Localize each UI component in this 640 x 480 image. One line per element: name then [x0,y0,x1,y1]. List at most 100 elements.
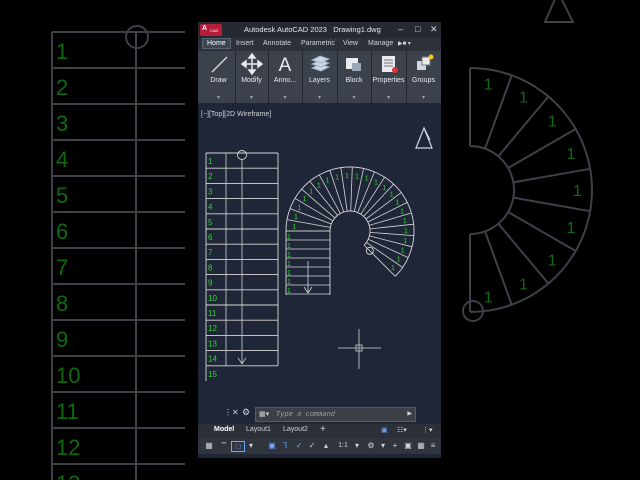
bg-spiral-number: 1 [573,183,582,200]
snap-tracking-icon[interactable]: ⅂ [280,441,290,451]
workspace-dropdown-icon[interactable]: ▾ [379,441,387,451]
bg-spiral-number: 1 [519,90,528,107]
tab-view[interactable]: View [343,40,358,47]
annotation-monitor-icon[interactable]: + [390,441,400,451]
spiral-tread-number: 1 [298,205,302,212]
stair-step-number: 9 [208,279,213,288]
panel-properties-label: Properties [372,77,405,84]
annotation-scale-icon[interactable]: ▴ [320,441,332,451]
annotation-scale-value[interactable]: 1:1 [336,441,350,451]
panel-draw[interactable]: Draw ▾ [202,51,236,103]
chevron-down-icon[interactable]: ▾ [235,94,268,101]
spiral-tread-number: 1 [355,173,359,180]
chevron-down-icon[interactable]: ▾ [371,94,406,101]
panel-properties[interactable]: Properties ▾ [371,51,407,103]
bg-stair-number: 4 [56,147,68,172]
file-name: Drawing1.dwg [333,25,381,34]
panel-groups[interactable]: Groups ▾ [406,51,441,103]
straight-stair: 123456789101112131415 [205,150,279,381]
command-history-icon[interactable]: ▶ [407,410,412,417]
tab-home[interactable]: Home [202,38,231,49]
bg-stair-number: 5 [56,183,68,208]
bg-stair-number: 7 [56,255,68,280]
chevron-down-icon[interactable]: ▾ [337,94,371,101]
clean-screen-icon[interactable]: ▦ [416,441,426,451]
spiral-tread-number: 1 [309,189,313,196]
tab-layout2[interactable]: Layout2 [283,426,308,433]
tab-parametric[interactable]: Parametric [301,40,335,47]
stair-step-number: 13 [208,339,217,348]
stair-step-number: 11 [208,309,217,318]
chevron-down-icon[interactable]: ▾ [406,94,441,101]
ortho-icon[interactable]: □ [231,441,245,452]
bg-stair-number: 13 [56,471,80,480]
command-close-icon[interactable]: ⋮✕ [224,408,239,417]
text-icon: A [268,53,302,75]
spiral-tread-number: 1 [335,175,339,182]
panel-layers[interactable]: Layers ▾ [302,51,338,103]
tab-insert[interactable]: Insert [236,40,254,47]
panel-block[interactable]: Block ▾ [337,51,372,103]
chevron-down-icon[interactable]: ▾ [202,94,235,101]
chevron-down-icon[interactable]: ▾ [268,94,302,101]
drawing-viewport[interactable]: [−][Top][2D Wireframe] 1 2 3 4 5 6 7 8 9 10 11 12 13… [198,103,441,403]
command-prompt-icon: ▦▾ [259,411,270,418]
spiral-tread-number: 1 [294,214,298,221]
spiral-tread-number: 1 [397,257,401,264]
app-logo-letter: A [202,25,208,32]
move-icon [235,53,268,75]
command-input[interactable]: ▦▾ Type a command ▶ [255,407,416,422]
tab-model[interactable]: Model [214,426,234,433]
panel-modify[interactable]: Modify ▾ [235,51,269,103]
tab-layout1[interactable]: Layout1 [246,426,271,433]
minimize-button[interactable]: – [398,24,403,35]
annotation-visibility-icon[interactable]: ✓ [306,441,318,451]
app-logo[interactable]: A CAD [200,24,222,36]
ribbon-tabs: Home Insert Annotate Parametric View Man… [198,38,441,51]
bg-spiral-tread [513,167,591,184]
bg-stair-number: 3 [56,111,68,136]
maximize-button[interactable]: □ [415,24,420,35]
status-bar: ▦ ⁗ □ ▾ ▣ ⅂ ✓ ✓ ▴ 1:1 ▾ ⚙ ▾ + ▣ ▦ ≡ [198,438,441,454]
spiral-tread-number: 1 [396,200,400,207]
add-layout-icon[interactable]: + [320,424,326,435]
menu-icon[interactable]: ≡ [428,441,438,451]
stair-step-number: 8 [208,263,213,272]
grid-icon[interactable]: ☷▾ [397,426,407,434]
app-logo-sub: CAD [210,28,219,33]
close-button[interactable]: ✕ [430,24,438,35]
isodraft-icon[interactable]: ✓ [294,441,304,451]
isolate-objects-icon[interactable]: ▣ [403,441,413,451]
ribbon: Draw ▾ Modify ▾ A Anno... ▾ Layers ▾ Blo… [198,51,441,103]
model-space-icon[interactable]: ▣ [381,426,388,434]
wrench-icon[interactable]: ⚙ [242,407,250,418]
bg-stair-number: 2 [56,75,68,100]
bg-spiral-tread [497,223,550,285]
spiral-tread-number: 1 [374,179,378,186]
tab-manage[interactable]: Manage [368,40,393,47]
bg-stair-number: 10 [56,363,80,388]
window-title: Autodesk AutoCAD 2023 Drawing1.dwg [244,25,381,34]
background-straight-stair: 12345678910111213 [51,25,185,480]
viewcube-icon[interactable] [415,126,433,149]
scale-dropdown-icon[interactable]: ▾ [352,441,362,451]
crosshair-cursor [338,329,381,369]
bg-stair-number: 1 [56,39,68,64]
drawing-canvas[interactable]: 123456789101112131415 11111111111111 1 1 1 1… [198,103,441,403]
stair-step-number: 1 [208,157,213,166]
bg-spiral-number: 1 [484,289,493,306]
bg-spiral-number: 1 [548,252,557,269]
polar-tracking-icon[interactable]: ▾ [246,441,256,451]
workspace-gear-icon[interactable]: ⚙ [366,441,376,451]
more-tabs-icon[interactable]: ▶■ ▾ [398,40,411,47]
grid-display-icon[interactable]: ▦ [204,441,214,451]
panel-annotation[interactable]: A Anno... ▾ [268,51,303,103]
bg-spiral-inner [469,145,516,235]
snap-icon[interactable]: ⁗ [219,441,229,451]
customize-icon[interactable]: ⋮▾ [422,426,433,434]
tab-annotate[interactable]: Annotate [263,40,291,47]
stair-step-number: 3 [208,187,213,196]
bg-stair-number: 12 [56,435,80,460]
chevron-down-icon[interactable]: ▾ [302,94,337,101]
object-snap-icon[interactable]: ▣ [267,441,277,451]
